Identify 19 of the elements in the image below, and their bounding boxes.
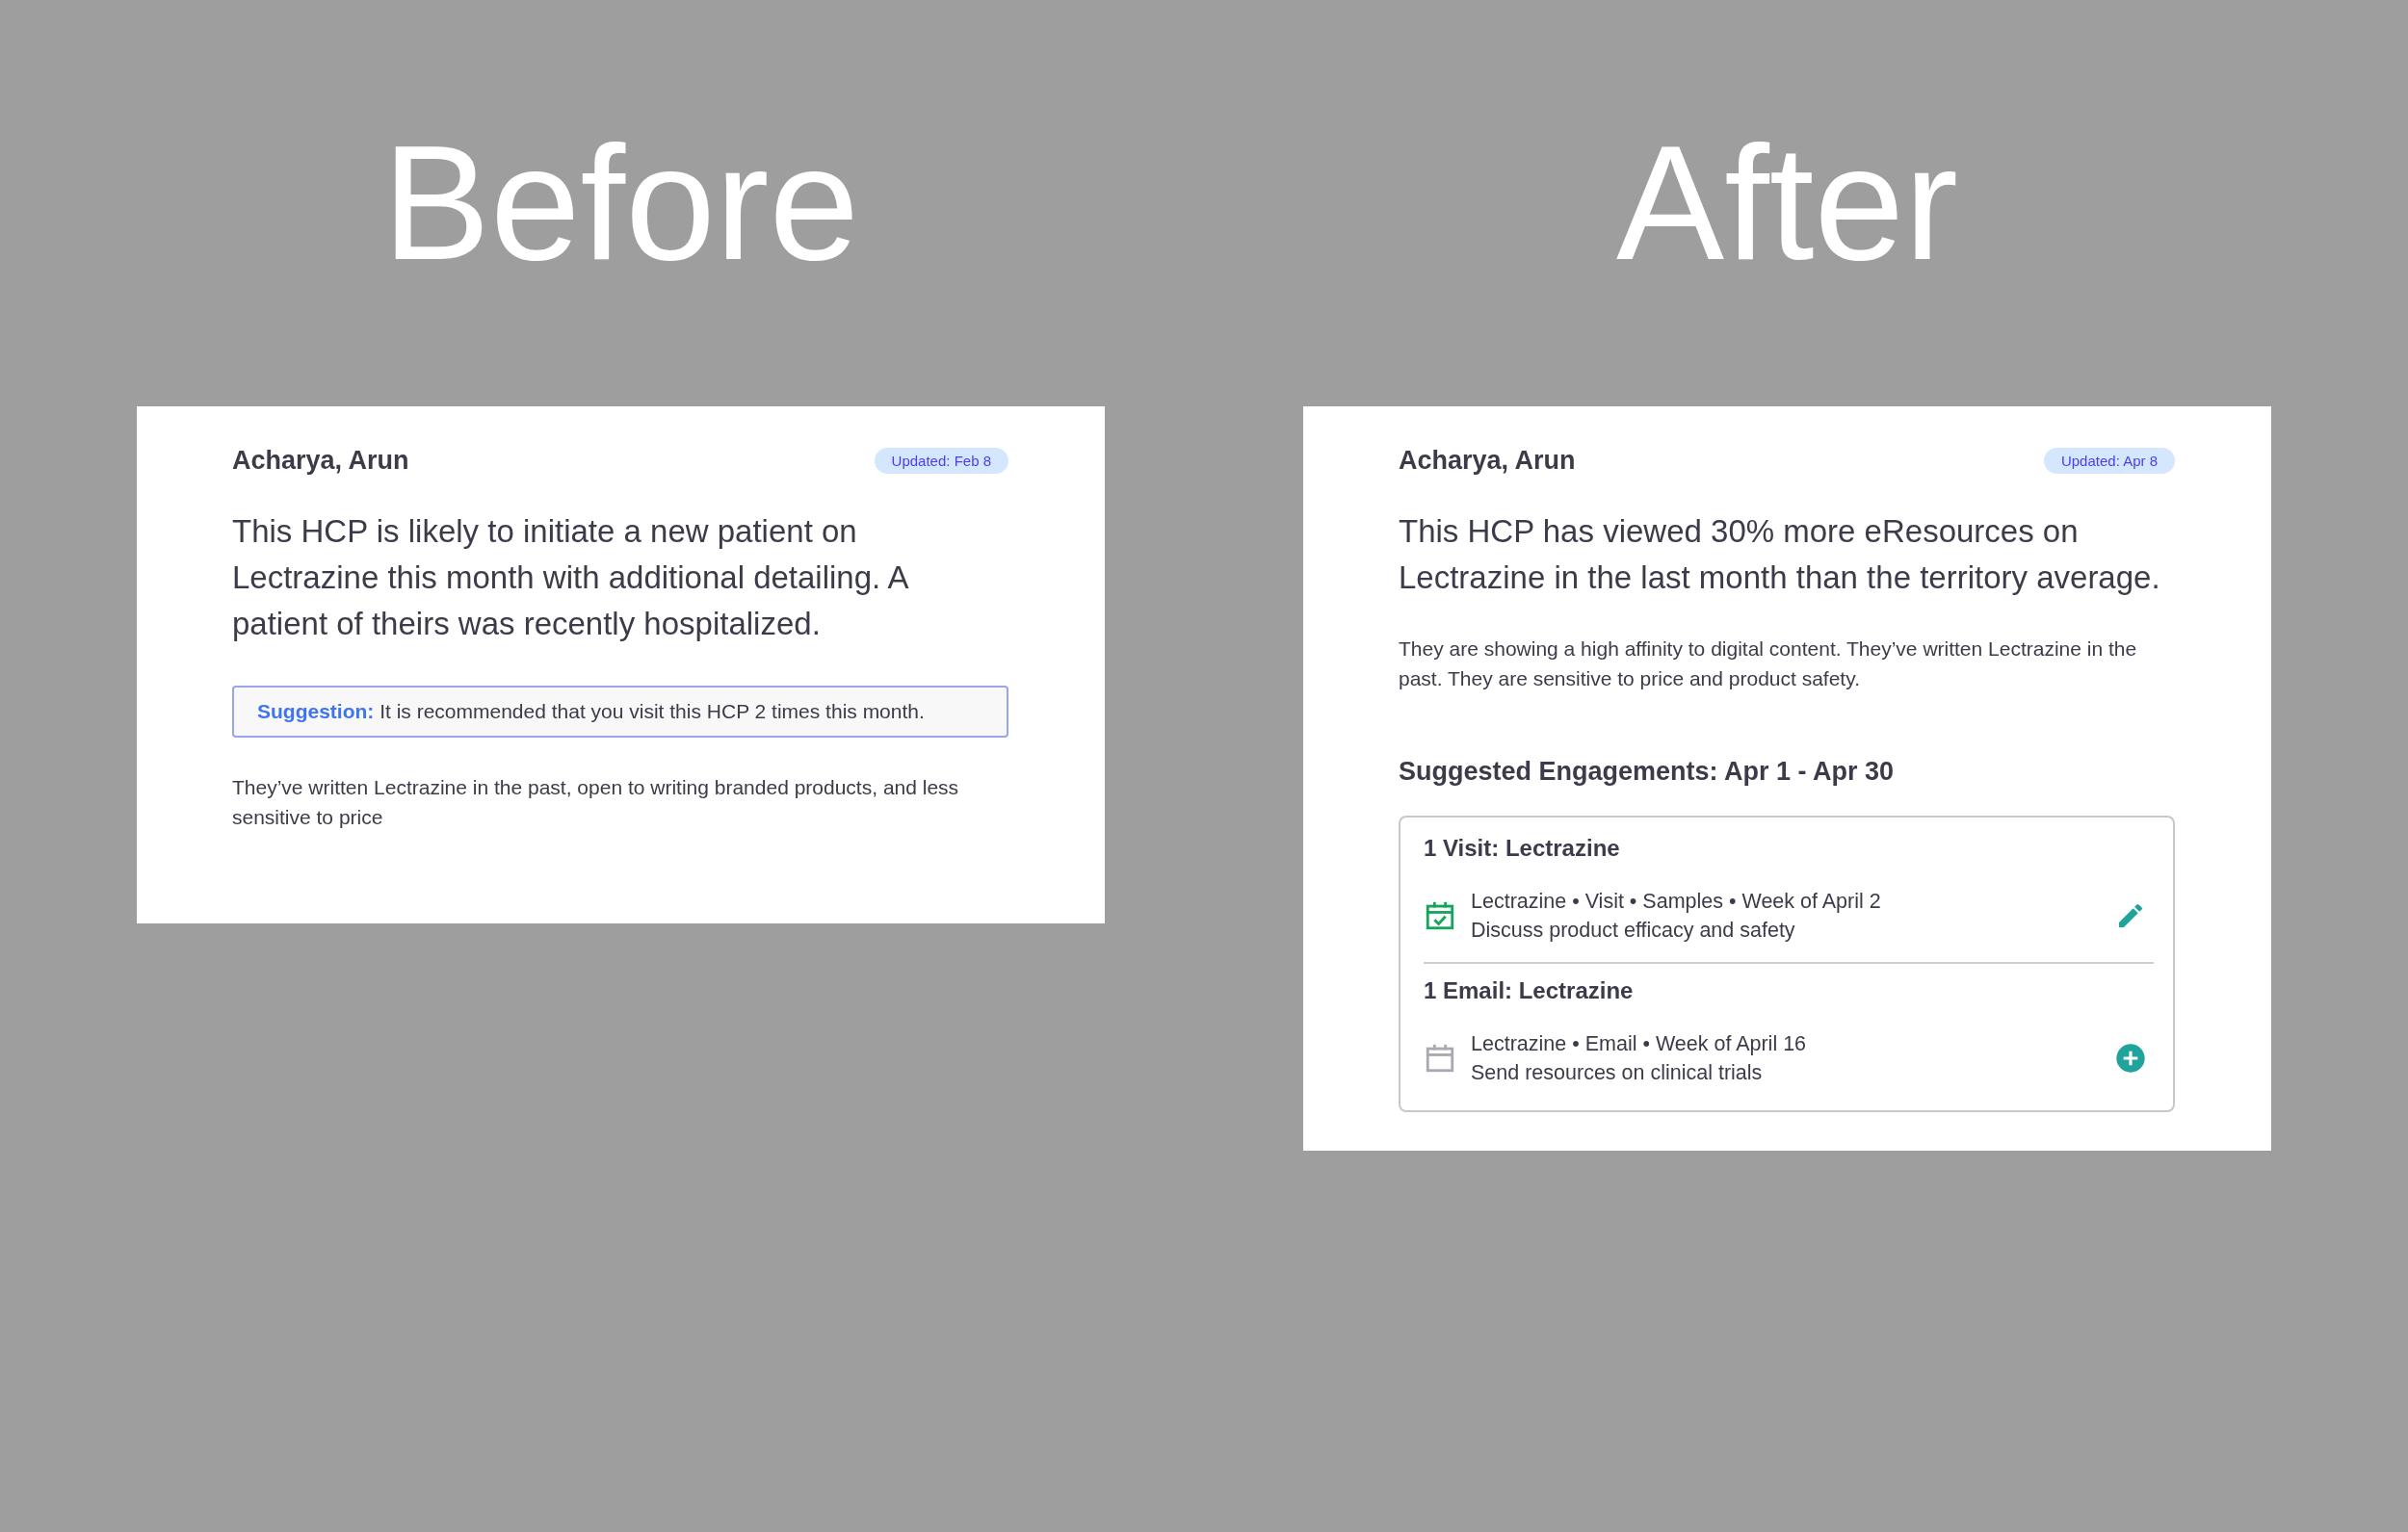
insight-headline: This HCP has viewed 30% more eResources on Lectrazine in the last month than the territory average. xyxy=(1399,512,2161,597)
engagement-details: Lectrazine • Visit • Samples • Week of April 2 xyxy=(1471,889,1882,915)
engagements-title: Suggested Engagements: Apr 1 - Apr 30 xyxy=(1399,757,1896,787)
engagement-details: Lectrazine • Email • Week of April 16 xyxy=(1471,1031,1808,1057)
panel-heading: Before xyxy=(381,123,860,283)
updated-badge: Updated: Feb 8 xyxy=(874,447,1008,474)
insight-note: They are showing a high affinity to digital content. They’ve written Lectrazine in the past. They are sensitive to price and product safety. xyxy=(1399,636,2138,691)
engagement-description: Send resources on clinical trials xyxy=(1471,1060,1764,1086)
insight-headline: This HCP is likely to initiate a new patient on Lectrazine this month with additional detailing. A patient of theirs was recently hospitalized. xyxy=(232,512,909,643)
panel-heading: After xyxy=(1615,123,1959,283)
add-icon[interactable] xyxy=(2115,1043,2146,1074)
engagement-description: Discuss product efficacy and safety xyxy=(1471,918,1796,944)
insight-note: They’ve written Lectrazine in the past, open to writing branded products, and less sensitive to price xyxy=(232,775,960,830)
engagement-title: 1 Email: Lectrazine xyxy=(1424,977,1635,1004)
hcp-name: Acharya, Arun xyxy=(1399,445,1576,476)
engagement-title: 1 Visit: Lectrazine xyxy=(1424,835,1621,862)
updated-badge: Updated: Apr 8 xyxy=(2043,447,2175,474)
suggestion-box: Suggestion: It is recommended that you visit this HCP 2 times this month. xyxy=(232,686,1008,738)
hcp-name: Acharya, Arun xyxy=(232,445,409,476)
